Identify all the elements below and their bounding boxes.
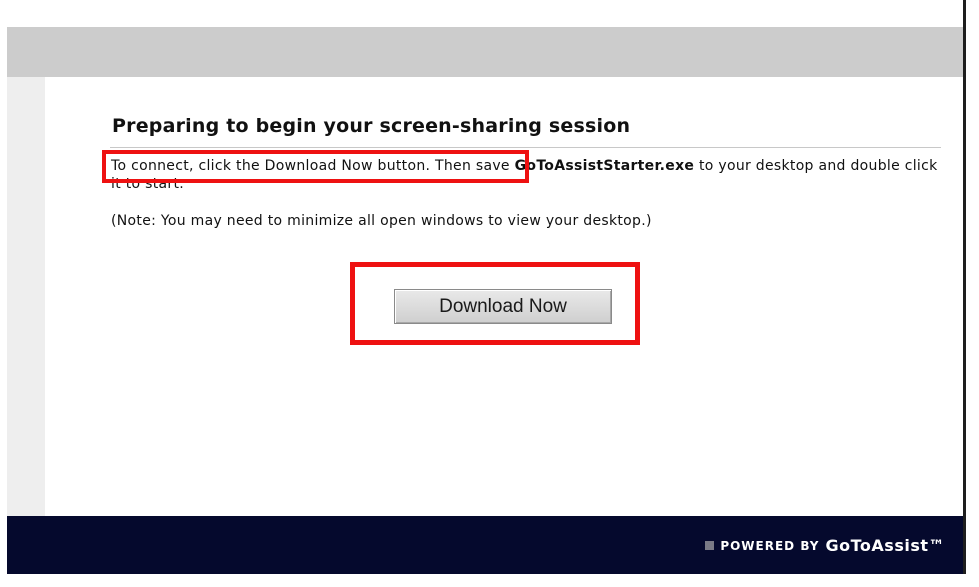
footer-bar: POWERED BY GoToAssist™ — [7, 516, 963, 574]
powered-by-badge: POWERED BY GoToAssist™ — [705, 536, 945, 555]
title-divider — [110, 147, 941, 148]
highlight-box-instruction — [102, 150, 529, 183]
main-content: Preparing to begin your screen-sharing s… — [45, 77, 963, 516]
powered-by-label: POWERED BY — [720, 538, 820, 553]
page: Preparing to begin your screen-sharing s… — [0, 0, 979, 587]
note-text: (Note: You may need to minimize all open… — [111, 213, 652, 229]
highlight-box-download — [350, 262, 640, 345]
brand-name: GoToAssist™ — [825, 536, 945, 555]
page-title: Preparing to begin your screen-sharing s… — [112, 115, 631, 137]
left-sidebar-strip — [7, 77, 45, 516]
square-bullet-icon — [705, 541, 715, 550]
page-border-right — [963, 0, 966, 574]
top-banner — [7, 27, 963, 77]
starter-filename: GoToAssistStarter.exe — [514, 158, 695, 174]
